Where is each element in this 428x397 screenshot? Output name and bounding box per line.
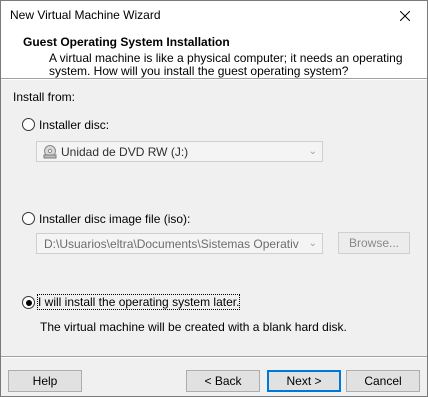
install-later-note: The virtual machine will be created with… — [40, 320, 347, 334]
footer-divider — [1, 356, 427, 358]
installer-disc-label[interactable]: Installer disc: — [39, 118, 109, 132]
installer-disc-radio[interactable] — [22, 118, 35, 131]
wizard-window: New Virtual Machine Wizard Guest Operati… — [0, 0, 428, 397]
close-icon — [400, 10, 410, 21]
chevron-down-icon: ⌄ — [308, 146, 317, 157]
iso-path-value: D:\Usuarios\eltra\Documents\Sistemas Ope… — [44, 237, 299, 251]
iso-image-radio[interactable] — [22, 212, 35, 225]
install-later-label[interactable]: I will install the operating system late… — [36, 294, 241, 310]
title-bar: New Virtual Machine Wizard — [1, 1, 427, 30]
cancel-button[interactable]: Cancel — [346, 370, 420, 392]
iso-image-label[interactable]: Installer disc image file (iso): — [39, 212, 190, 226]
chevron-down-icon: ⌄ — [308, 238, 317, 249]
window-title: New Virtual Machine Wizard — [10, 8, 161, 22]
iso-path-field[interactable]: D:\Usuarios\eltra\Documents\Sistemas Ope… — [36, 233, 323, 254]
installer-disc-value: Unidad de DVD RW (J:) — [61, 145, 189, 159]
close-button[interactable] — [383, 1, 427, 30]
install-later-radio[interactable] — [22, 296, 35, 309]
help-button[interactable]: Help — [8, 370, 82, 392]
back-button[interactable]: < Back — [186, 370, 260, 392]
wizard-header: Guest Operating System Installation A vi… — [1, 30, 427, 78]
installer-disc-dropdown[interactable]: Unidad de DVD RW (J:) ⌄ — [36, 141, 323, 162]
next-button[interactable]: Next > — [267, 370, 341, 392]
page-description: A virtual machine is like a physical com… — [49, 51, 403, 78]
install-from-label: Install from: — [13, 90, 76, 104]
dvd-drive-icon — [43, 145, 57, 159]
header-divider — [1, 78, 427, 80]
page-title: Guest Operating System Installation — [23, 35, 230, 49]
browse-button[interactable]: Browse... — [338, 232, 410, 254]
